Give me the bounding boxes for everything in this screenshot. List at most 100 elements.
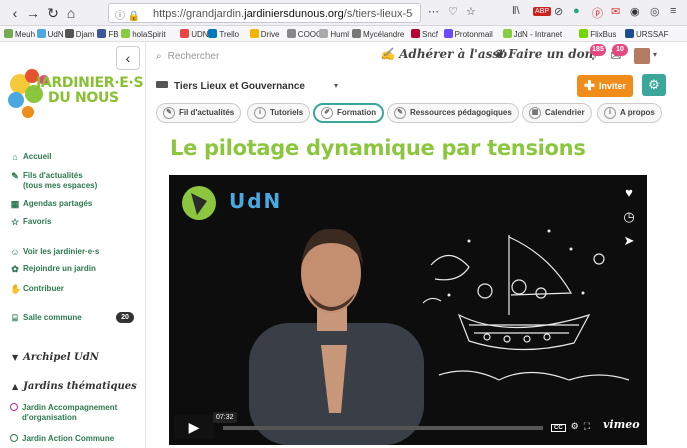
bookmark-item[interactable]: Sncf [411,29,438,39]
invite-button[interactable]: ✚ Inviter [577,75,633,97]
don-button[interactable]: ❦ Faire un don [494,47,593,61]
settings-button[interactable]: ⚙ [642,74,666,96]
section-archipel[interactable]: ▼ Archipel UdN [12,352,99,363]
play-icon: ▶ [188,419,200,435]
sidebar-item-fils-actualites[interactable]: ✎ Fils d'actualités (tous mes espaces) [10,171,103,191]
fullscreen-icon[interactable]: ⛶ [584,421,590,431]
tab-calendrier[interactable]: ▦ Calendrier [522,103,592,123]
house-icon: ⌂ [12,152,18,162]
calendar-tab-icon: ▦ [529,107,541,119]
watch-later-icon[interactable]: ◷ [617,207,641,227]
udn-brand-text: UdN [229,189,283,213]
bookmark-favicon-icon [286,29,296,38]
bookmark-item[interactable]: Huml [319,29,349,39]
sidebar-item-contribuer[interactable]: ✋ Contribuer [10,284,64,294]
bookmark-item[interactable]: Djam [64,29,94,39]
reload-icon[interactable]: ↻ [44,4,62,22]
captions-button[interactable]: CC [551,424,566,432]
library-icon[interactable]: ‖\ [512,5,520,17]
group-title[interactable]: Tiers Lieux et Gouvernance [156,81,305,92]
gmail-icon[interactable]: ✉ [611,5,620,18]
video-player[interactable]: UdN ♥ ◷ ➤ ▶ 07:32 CC ⚙ ⛶ vimeo [169,175,647,445]
tab-ressources[interactable]: ✎ Ressources pédagogiques [387,103,519,123]
bookmark-favicon-icon [4,29,13,38]
messages-button[interactable]: ✉ 10 [606,44,628,66]
notifications-button[interactable]: ♪ 185 [584,44,606,66]
plus-icon: ✚ [584,78,595,93]
bookmark-item[interactable]: JdN - Intranet [502,29,562,39]
caret-down-icon[interactable]: ▾ [334,81,338,90]
caret-down-icon[interactable]: ▾ [653,50,657,59]
bookmark-item[interactable]: COOC [286,29,322,39]
site-info-icon[interactable]: ⓘ 🔒 [115,7,140,22]
bookmark-item[interactable]: UdN [36,29,64,39]
contribute-icon: ✋ [10,284,22,294]
video-timecode: 07:32 [213,412,237,423]
search-input[interactable]: ⌕ Rechercher [156,51,219,62]
settings-gear-icon[interactable]: ⚙ [571,421,579,431]
adherer-button[interactable]: ✍ Adhérer à l'asso [380,47,507,61]
bookmark-favicon-icon [121,29,131,38]
main-content: Le pilotage dynamique par tensions UdN ♥… [155,127,660,448]
pocket-icon[interactable]: ♡ [448,5,458,18]
garden-item-action-commune[interactable]: Jardin Action Commune [10,434,114,444]
bookmark-item[interactable]: Drive [249,29,279,39]
bookmark-favicon-icon [579,29,589,38]
tab-a-propos[interactable]: iA propos [597,103,662,123]
play-button[interactable]: ▶ [174,415,214,439]
menu-icon[interactable]: ≡ [670,5,676,17]
sidebar-item-accueil[interactable]: ⌂ Accueil [10,152,51,162]
bookmark-item[interactable]: Meuh [4,29,35,39]
sidebar-item-rejoindre[interactable]: ✿ Rejoindre un jardin [10,264,96,274]
url-text: https://grandjardin.jardiniersdunous.org… [153,8,413,20]
logo-text: JARDINIER·E·S DU NOUS [36,75,144,106]
info-icon: i [604,107,616,119]
forward-icon[interactable]: → [24,4,42,22]
adblock-icon[interactable]: ABP [533,7,552,16]
top-bar: ⌕ Rechercher ✍ Adhérer à l'asso ❦ Faire u… [146,42,687,72]
bookmark-favicon-icon [411,29,420,38]
room-icon: ⌸ [12,313,18,323]
sync-icon[interactable]: ◎ [650,5,660,18]
video-controls: CC ⚙ ⛶ [551,421,590,432]
tutorial-icon: i [254,107,266,119]
bookmark-favicon-icon [64,29,74,38]
like-icon[interactable]: ♥ [617,183,641,203]
bookmark-item[interactable]: holaSpirit [121,29,166,39]
bookmark-favicon-icon [443,29,453,38]
bookmark-favicon-icon [208,29,218,38]
tab-formation[interactable]: ✐ Formation [313,103,385,123]
bookmark-item[interactable]: UDN [180,29,209,39]
sidebar-item-voir-jardiniers[interactable]: ☺ Voir les jardinier·e·s [10,247,99,257]
tab-fil-actualites[interactable]: ✎ Fil d'actualités [156,103,242,123]
bookmark-item[interactable]: Trello [208,29,239,39]
bookmark-item[interactable]: URSSAF [625,29,668,39]
bookmark-item[interactable]: FlixBus [579,29,616,39]
avatar[interactable] [634,48,650,64]
group-icon [156,81,168,88]
sidebar-item-salle-commune[interactable]: ⌸ Salle commune [10,313,81,323]
share-icon[interactable]: ➤ [617,231,641,251]
extension-icon[interactable]: ⊘ [554,5,563,18]
video-progress-bar[interactable] [223,426,543,430]
bookmark-item[interactable]: Mycélandre [352,29,404,39]
vimeo-logo[interactable]: vimeo [603,418,640,431]
back-icon[interactable]: ‹ [6,4,24,22]
bookmark-star-icon[interactable]: ☆ [466,5,476,18]
hand-icon: ✍ [380,47,400,61]
section-jardins-thematiques[interactable]: ▲ Jardins thématiques [12,381,137,392]
garden-item-accompagnement[interactable]: Jardin Accompagnement d'organisation [10,403,138,423]
url-bar[interactable]: ⓘ 🔒 https://grandjardin.jardiniersdunous… [108,3,421,23]
drop-icon[interactable]: ● [573,5,580,17]
bookmark-item[interactable]: Protonmail [443,29,493,39]
home-icon[interactable]: ⌂ [62,4,80,22]
more-icon[interactable]: ⋯ [428,5,439,18]
tab-tutoriels[interactable]: i Tutoriels [247,103,311,123]
salle-commune-count-badge: 20 [116,312,134,323]
sidebar-item-favoris[interactable]: ☆ Favoris [10,217,52,227]
sidebar-item-agendas[interactable]: ▦ Agendas partagés [10,199,93,209]
pinterest-icon[interactable]: ⓟ [592,5,603,21]
bookmark-favicon-icon [625,29,634,38]
bookmark-item[interactable]: FB [97,29,119,39]
github-icon[interactable]: ◉ [630,5,640,18]
